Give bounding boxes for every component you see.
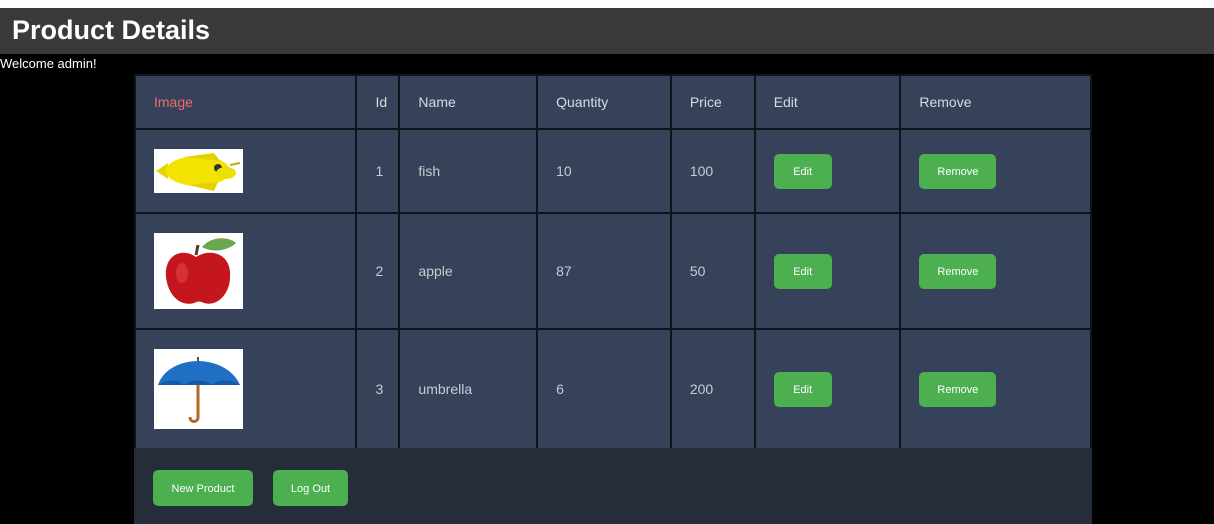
quantity-cell: 10 (536, 128, 672, 214)
id-cell: 3 (355, 328, 401, 450)
edit-cell: Edit (753, 328, 902, 450)
column-header-remove: Remove (899, 74, 1092, 130)
table-header-row: Image Id Name Quantity Price Edit Remove (133, 74, 1092, 130)
welcome-message: Welcome admin! (0, 56, 97, 71)
name-cell: fish (398, 128, 539, 214)
price-cell: 200 (669, 328, 756, 450)
column-header-image: Image (133, 74, 358, 130)
table-footer: New Product Log Out (134, 448, 1092, 524)
remove-button[interactable]: Remove (919, 153, 997, 189)
table-row: 1 fish 10 100 Edit Remove (133, 128, 1092, 214)
name-cell: apple (398, 212, 539, 330)
quantity-cell: 87 (536, 212, 672, 330)
top-strip (0, 0, 1214, 8)
id-cell: 1 (355, 128, 401, 214)
remove-button[interactable]: Remove (919, 371, 997, 407)
log-out-button[interactable]: Log Out (273, 470, 348, 506)
id-cell: 2 (355, 212, 401, 330)
column-header-quantity: Quantity (536, 74, 672, 130)
remove-cell: Remove (899, 328, 1092, 450)
product-table: Image Id Name Quantity Price Edit Remove (133, 74, 1092, 450)
edit-button[interactable]: Edit (773, 371, 832, 407)
image-cell (133, 212, 358, 330)
edit-cell: Edit (753, 212, 902, 330)
image-cell (133, 128, 358, 214)
edit-cell: Edit (753, 128, 902, 214)
remove-cell: Remove (899, 212, 1092, 330)
quantity-cell: 6 (536, 328, 672, 450)
name-cell: umbrella (398, 328, 539, 450)
price-cell: 50 (669, 212, 756, 330)
table-row: 2 apple 87 50 Edit Remove (133, 212, 1092, 330)
table-row: 3 umbrella 6 200 Edit Remove (133, 328, 1092, 450)
column-header-price: Price (669, 74, 756, 130)
column-header-id: Id (355, 74, 401, 130)
new-product-button[interactable]: New Product (153, 470, 253, 506)
remove-button[interactable]: Remove (919, 253, 997, 289)
column-header-edit: Edit (753, 74, 902, 130)
price-cell: 100 (669, 128, 756, 214)
edit-button[interactable]: Edit (773, 253, 832, 289)
image-cell (133, 328, 358, 450)
apple-image (154, 233, 243, 309)
edit-button[interactable]: Edit (773, 153, 832, 189)
product-panel: Image Id Name Quantity Price Edit Remove (133, 74, 1092, 524)
remove-cell: Remove (899, 128, 1092, 214)
page-title: Product Details (12, 15, 211, 45)
column-header-name: Name (398, 74, 539, 130)
umbrella-image (154, 349, 243, 429)
page-header: Product Details (0, 8, 1214, 54)
fish-image (154, 149, 243, 193)
